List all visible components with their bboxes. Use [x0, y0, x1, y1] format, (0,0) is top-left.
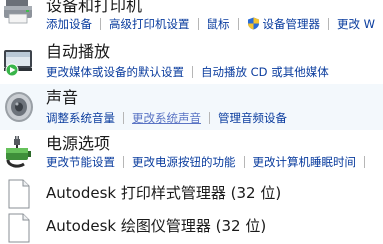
change-windows-link[interactable]: 更改 W — [337, 16, 375, 32]
uac-shield-icon — [247, 17, 260, 30]
mouse-link[interactable]: 鼠标 — [207, 16, 230, 32]
link-separator — [237, 18, 239, 30]
power-options-title[interactable]: 电源选项 — [46, 134, 110, 154]
advanced-printer-settings-link[interactable]: 高级打印机设置 — [109, 16, 190, 32]
devices-printers-links: 添加设备 高级打印机设置 鼠标 设备管理器 更改 W — [46, 16, 375, 32]
autoplay-cd-link[interactable]: 自动播放 CD 或其他媒体 — [201, 64, 329, 80]
link-separator — [328, 18, 329, 30]
item-devices-printers: 设备和打印机 添加设备 高级打印机设置 鼠标 设备管理器 更改 W — [0, 0, 383, 38]
autodesk-plot-style-manager-title[interactable]: Autodesk 打印样式管理器 (32 位) — [46, 183, 281, 203]
change-sleep-time-link[interactable]: 更改计算机睡眠时间 — [253, 154, 357, 170]
device-manager-link[interactable]: 设备管理器 — [247, 16, 321, 32]
manage-audio-devices-link[interactable]: 管理音频设备 — [218, 110, 287, 126]
link-separator — [364, 156, 365, 168]
sound-title[interactable]: 声音 — [46, 88, 78, 108]
change-power-saving-link[interactable]: 更改节能设置 — [46, 154, 115, 170]
printer-icon[interactable] — [2, 0, 36, 30]
sound-links: 调整系统音量 更改系统声音 管理音频设备 — [46, 110, 287, 126]
speaker-icon[interactable] — [2, 90, 36, 124]
device-manager-label: 设备管理器 — [262, 17, 321, 31]
document-icon[interactable] — [6, 179, 32, 213]
item-autoplay: 自动播放 更改媒体或设备的默认设置 自动播放 CD 或其他媒体 — [0, 38, 383, 84]
devices-printers-title[interactable]: 设备和打印机 — [46, 0, 142, 16]
change-media-defaults-link[interactable]: 更改媒体或设备的默认设置 — [46, 64, 184, 80]
document-icon[interactable] — [6, 213, 32, 244]
autoplay-title[interactable]: 自动播放 — [46, 42, 110, 62]
link-separator — [123, 112, 124, 124]
add-device-link[interactable]: 添加设备 — [46, 16, 92, 32]
autoplay-icon[interactable] — [2, 44, 36, 78]
power-options-icon[interactable] — [2, 136, 36, 170]
link-separator — [209, 112, 210, 124]
item-sound: 声音 调整系统音量 更改系统声音 管理音频设备 — [0, 84, 383, 130]
link-separator — [123, 156, 124, 168]
power-button-function-link[interactable]: 更改电源按钮的功能 — [132, 154, 236, 170]
item-autodesk-plot-style-manager: Autodesk 打印样式管理器 (32 位) — [0, 176, 383, 210]
link-separator — [197, 18, 199, 30]
item-autodesk-plotter-manager: Autodesk 绘图仪管理器 (32 位) — [0, 210, 383, 244]
autoplay-links: 更改媒体或设备的默认设置 自动播放 CD 或其他媒体 — [46, 64, 329, 80]
autodesk-plotter-manager-title[interactable]: Autodesk 绘图仪管理器 (32 位) — [46, 216, 266, 236]
adjust-volume-link[interactable]: 调整系统音量 — [46, 110, 115, 126]
link-separator — [192, 66, 193, 78]
link-separator — [243, 156, 245, 168]
item-power-options: 电源选项 更改节能设置 更改电源按钮的功能 更改计算机睡眠时间 — [0, 130, 383, 176]
link-separator — [100, 18, 101, 30]
power-options-links: 更改节能设置 更改电源按钮的功能 更改计算机睡眠时间 — [46, 154, 373, 170]
change-system-sounds-link[interactable]: 更改系统声音 — [132, 110, 201, 126]
